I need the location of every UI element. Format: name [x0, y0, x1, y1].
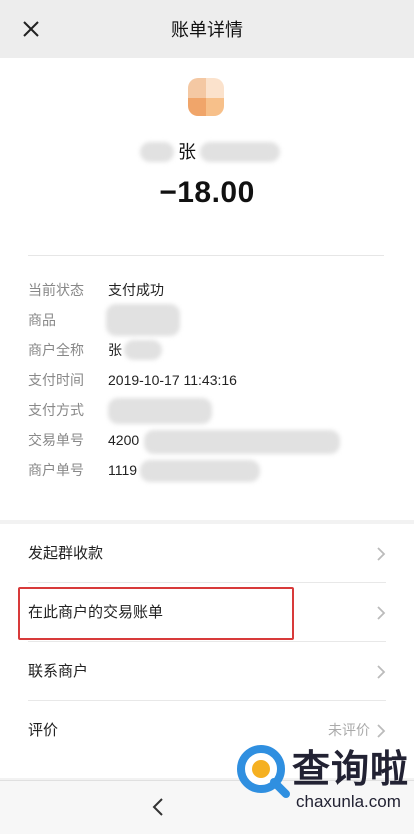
detail-value: 1119: [108, 462, 138, 478]
magnifier-logo-icon: [237, 745, 290, 798]
merchant-transactions-button[interactable]: 在此商户的交易账单: [0, 583, 414, 642]
detail-label: 商户单号: [28, 462, 84, 478]
detail-label: 当前状态: [28, 282, 84, 298]
action-label: 联系商户: [28, 663, 89, 680]
watermark-text: 查询啦: [292, 749, 410, 791]
detail-value: 张: [108, 342, 122, 358]
action-label: 发起群收款: [28, 545, 104, 562]
detail-label: 支付方式: [28, 402, 84, 418]
bill-card: 张 −18.00 当前状态 支付成功 商品 商户全称 张 支付时间 2019-1…: [0, 58, 414, 520]
detail-row-product: 商品: [28, 304, 388, 336]
detail-label: 商户全称: [28, 342, 84, 358]
watermark: 查询啦 chaxunla.com: [236, 736, 412, 820]
back-arrow-icon[interactable]: [150, 797, 166, 817]
chevron-right-icon: [377, 665, 386, 679]
detail-label: 交易单号: [28, 432, 84, 448]
merchant-avatar: [188, 78, 224, 116]
title-bar: 账单详情: [0, 0, 414, 58]
detail-row-status: 当前状态 支付成功: [28, 278, 388, 302]
detail-row-transaction-id: 交易单号 4200: [28, 428, 388, 454]
action-label: 评价: [28, 722, 59, 739]
detail-row-merchant-order: 商户单号 1119: [28, 458, 388, 482]
detail-label: 商品: [28, 312, 56, 328]
detail-value: 4200: [108, 432, 140, 448]
payee-name-row: 张: [140, 140, 280, 164]
detail-row-merchant: 商户全称 张: [28, 338, 388, 362]
payee-name: 张: [178, 142, 196, 162]
detail-row-time: 支付时间 2019-10-17 11:43:16: [28, 368, 388, 392]
divider: [28, 255, 384, 256]
watermark-domain: chaxunla.com: [296, 792, 401, 811]
group-collect-button[interactable]: 发起群收款: [0, 524, 414, 583]
chevron-right-icon: [377, 547, 386, 561]
action-label: 在此商户的交易账单: [28, 604, 164, 621]
detail-label: 支付时间: [28, 372, 84, 388]
page-title: 账单详情: [171, 20, 243, 40]
chevron-right-icon: [377, 606, 386, 620]
detail-value: 支付成功: [108, 282, 164, 298]
close-icon[interactable]: [20, 18, 42, 40]
detail-row-method: 支付方式: [28, 398, 388, 424]
amount: −18.00: [159, 176, 255, 209]
detail-value: 2019-10-17 11:43:16: [108, 372, 237, 388]
contact-merchant-button[interactable]: 联系商户: [0, 642, 414, 701]
